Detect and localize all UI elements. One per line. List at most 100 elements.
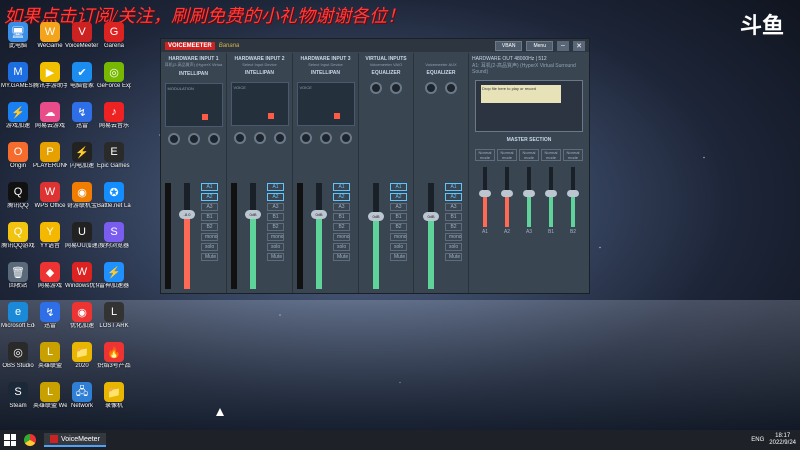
gate-knob[interactable] [273,132,286,144]
bus-mono-button[interactable]: mono [445,233,462,241]
audibility-knob[interactable] [319,132,332,144]
bus-a3-button[interactable]: A3 [445,203,462,211]
taskbar-voicemeeter[interactable]: VoiceMeeter [44,433,106,447]
treble-knob[interactable] [370,82,382,94]
mode-button[interactable]: Normal mode [497,149,517,161]
bus-b2-button[interactable]: B2 [333,223,350,231]
desktop-icon[interactable]: ◉ 奇游联机宝 [66,182,98,222]
comp-knob[interactable] [233,132,246,144]
strip-device[interactable]: 耳机(2-高品質声) (HyperX Virtua [165,62,223,68]
desktop-icon[interactable]: ✪ Battle.net Launcher [97,182,131,222]
bus-mute-button[interactable]: Mute [201,253,218,261]
audibility-knob[interactable] [253,132,266,144]
master-fader[interactable] [567,167,579,227]
desktop-icon[interactable]: 🔥 炽焰3号产品 [97,342,131,382]
desktop-icon[interactable]: ↯ 迅雷 [66,102,98,142]
desktop-icon[interactable]: ⚡ 游戏加速 [2,102,34,142]
bus-a1-button[interactable]: A1 [201,183,218,191]
desktop-icon[interactable]: 🖧 Network [66,382,98,422]
bus-a2-button[interactable]: A2 [267,193,284,201]
start-button[interactable] [4,434,16,446]
master-fader[interactable] [479,167,491,227]
desktop-icon[interactable]: 🖥 此电脑 [2,22,34,62]
desktop-icon[interactable]: W Windows优化大师 [65,262,99,302]
desktop-icon[interactable]: ◎ GeForce Experience [97,62,131,102]
comp-knob[interactable] [299,132,312,144]
audibility-knob[interactable] [187,133,200,145]
intellipan-pad[interactable]: VOICE [296,82,355,126]
bus-mono-button[interactable]: mono [267,233,284,241]
desktop-icon[interactable]: ◆ 网易游戏 [34,262,66,302]
close-icon[interactable]: ✕ [573,40,585,51]
bass-knob[interactable] [390,82,402,94]
desktop-icon[interactable]: e Microsoft Edge [1,302,35,342]
clock[interactable]: 18:17 2022/9/24 [769,433,796,447]
bus-solo-button[interactable]: solo [390,243,407,251]
bus-a2-button[interactable]: A2 [333,193,350,201]
desktop-icon[interactable]: W WeGame [34,22,66,62]
bus-mono-button[interactable]: mono [390,233,407,241]
desktop-icon[interactable]: ✔ 电脑管家 [66,62,98,102]
strip-device[interactable]: Select Input Device [308,62,342,67]
bus-mute-button[interactable]: Mute [390,253,407,261]
desktop-icon[interactable]: L 英雄联盟 [34,342,66,382]
desktop-icon[interactable]: ♪ 网易云音乐 [98,102,130,142]
vm-titlebar[interactable]: VOICEMEETER Banana VBAN Menu – ✕ [161,39,589,52]
bus-b2-button[interactable]: B2 [390,223,407,231]
bus-a2-button[interactable]: A2 [445,193,462,201]
desktop-icon[interactable]: U 网易UU加速器 [65,222,99,262]
mode-button[interactable]: Normal mode [475,149,495,161]
bus-a3-button[interactable]: A3 [201,203,218,211]
desktop-icon[interactable]: L LOST ARK [98,302,130,342]
bus-mono-button[interactable]: mono [333,233,350,241]
cassette-recorder[interactable]: Drop file here to play or record [475,80,583,132]
desktop-icon[interactable]: ☁ 网易云游戏 [34,102,66,142]
desktop-icon[interactable]: P PLAYERUNKNOWN'S BATTLEGROUNDS [33,142,67,182]
bus-a3-button[interactable]: A3 [333,203,350,211]
pan-dot[interactable] [333,113,340,119]
desktop-icon[interactable]: ▶ 腾讯手游助手 [33,62,67,102]
bus-b1-button[interactable]: B1 [267,213,284,221]
desktop-icon[interactable]: O Origin [2,142,34,182]
treble-knob[interactable] [425,82,437,94]
gate-knob[interactable] [339,132,352,144]
bus-b1-button[interactable]: B1 [445,213,462,221]
bus-solo-button[interactable]: solo [445,243,462,251]
bus-a1-button[interactable]: A1 [333,183,350,191]
bus-mono-button[interactable]: mono [201,233,218,241]
pan-dot[interactable] [201,114,208,120]
bus-b2-button[interactable]: B2 [445,223,462,231]
voicemeeter-window[interactable]: VOICEMEETER Banana VBAN Menu – ✕ HARDWAR… [160,38,590,294]
master-fader[interactable] [523,167,535,227]
desktop-icon[interactable]: ⚡ 闪电加速 [66,142,98,182]
bus-a2-button[interactable]: A2 [390,193,407,201]
strip-device[interactable]: Select Input Device [242,62,276,67]
desktop-icon[interactable]: 🗑 回收站 [2,262,34,302]
desktop-icon[interactable]: L 英雄联盟 WeGame版 [33,382,67,422]
bus-a3-button[interactable]: A3 [390,203,407,211]
bus-mute-button[interactable]: Mute [267,253,284,261]
desktop-icon[interactable]: M MY.GAMES GameCenter [1,62,35,102]
desktop-icon[interactable]: Q 腾讯QQ [2,182,34,222]
intellipan-pad[interactable]: MODULATION [164,83,223,127]
bus-b2-button[interactable]: B2 [267,223,284,231]
bus-solo-button[interactable]: solo [201,243,218,251]
master-fader[interactable] [545,167,557,227]
gain-fader[interactable]: -8.0 [179,183,195,289]
desktop-icon[interactable]: W WPS Office [34,182,66,222]
chrome-icon[interactable] [24,434,36,446]
bus-a1-button[interactable]: A1 [390,183,407,191]
desktop-icon[interactable]: ◉ 优化加速 [66,302,98,342]
desktop-icon[interactable]: G Garena [98,22,130,62]
gain-fader[interactable]: 0dB [311,183,327,289]
vi2-fader[interactable]: 0dB [423,183,439,289]
desktop-icon[interactable]: S Steam [2,382,34,422]
bus-a2-button[interactable]: A2 [201,193,218,201]
desktop-icon[interactable]: V VoiceMeeter Banana [65,22,99,62]
pan-dot[interactable] [267,113,274,119]
desktop-icon[interactable]: ◎ OBS Studio [2,342,34,382]
bus-a3-button[interactable]: A3 [267,203,284,211]
bus-mute-button[interactable]: Mute [445,253,462,261]
bus-a1-button[interactable]: A1 [445,183,462,191]
bus-solo-button[interactable]: solo [267,243,284,251]
